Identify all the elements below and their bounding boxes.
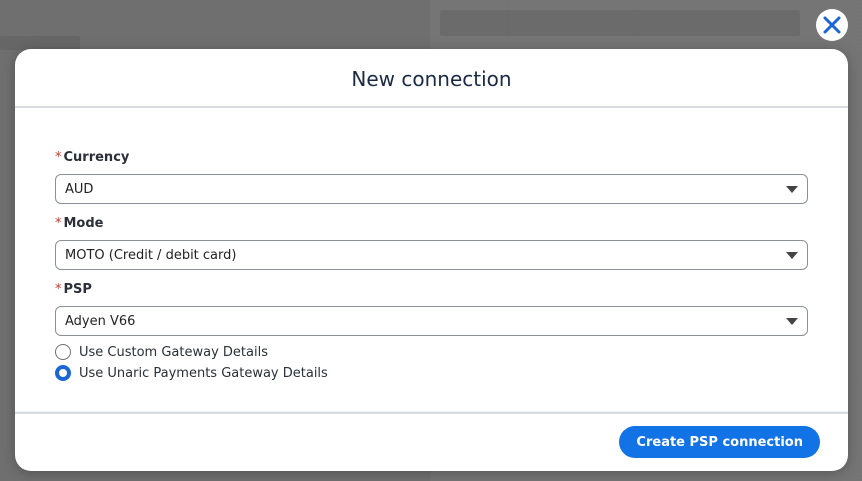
- radio-button[interactable]: [55, 344, 71, 360]
- dialog-footer: Create PSP connection: [15, 412, 848, 471]
- radio-label: Use Custom Gateway Details: [79, 344, 268, 360]
- radio-button[interactable]: [55, 365, 71, 381]
- mode-select[interactable]: MOTO (Credit / debit card): [55, 240, 808, 270]
- dialog-header: New connection: [15, 49, 848, 108]
- mode-value: MOTO (Credit / debit card): [65, 247, 237, 263]
- required-marker: *: [55, 282, 62, 297]
- currency-value: AUD: [65, 181, 94, 197]
- new-connection-dialog: New connection * Currency AUD * Mode MOTO …: [15, 49, 848, 471]
- psp-select[interactable]: Adyen V66: [55, 306, 808, 336]
- background-content: [0, 36, 80, 50]
- dialog-body: * Currency AUD * Mode MOTO (Credit / debit…: [55, 149, 808, 383]
- chevron-down-icon: [786, 252, 798, 259]
- close-icon: [823, 16, 841, 34]
- chevron-down-icon: [786, 186, 798, 193]
- radio-unaric-gateway[interactable]: Use Unaric Payments Gateway Details: [55, 363, 808, 383]
- create-psp-connection-button[interactable]: Create PSP connection: [619, 426, 820, 458]
- radio-custom-gateway[interactable]: Use Custom Gateway Details: [55, 342, 808, 362]
- psp-value: Adyen V66: [65, 313, 136, 329]
- dialog-title: New connection: [351, 66, 512, 91]
- required-marker: *: [55, 216, 62, 231]
- chevron-down-icon: [786, 318, 798, 325]
- currency-select[interactable]: AUD: [55, 174, 808, 204]
- background-content: [440, 10, 800, 36]
- mode-label: * Mode: [55, 216, 104, 231]
- currency-label: * Currency: [55, 150, 130, 165]
- close-button[interactable]: [816, 9, 848, 41]
- radio-label: Use Unaric Payments Gateway Details: [79, 365, 328, 381]
- psp-label: * PSP: [55, 282, 92, 297]
- required-marker: *: [55, 150, 62, 165]
